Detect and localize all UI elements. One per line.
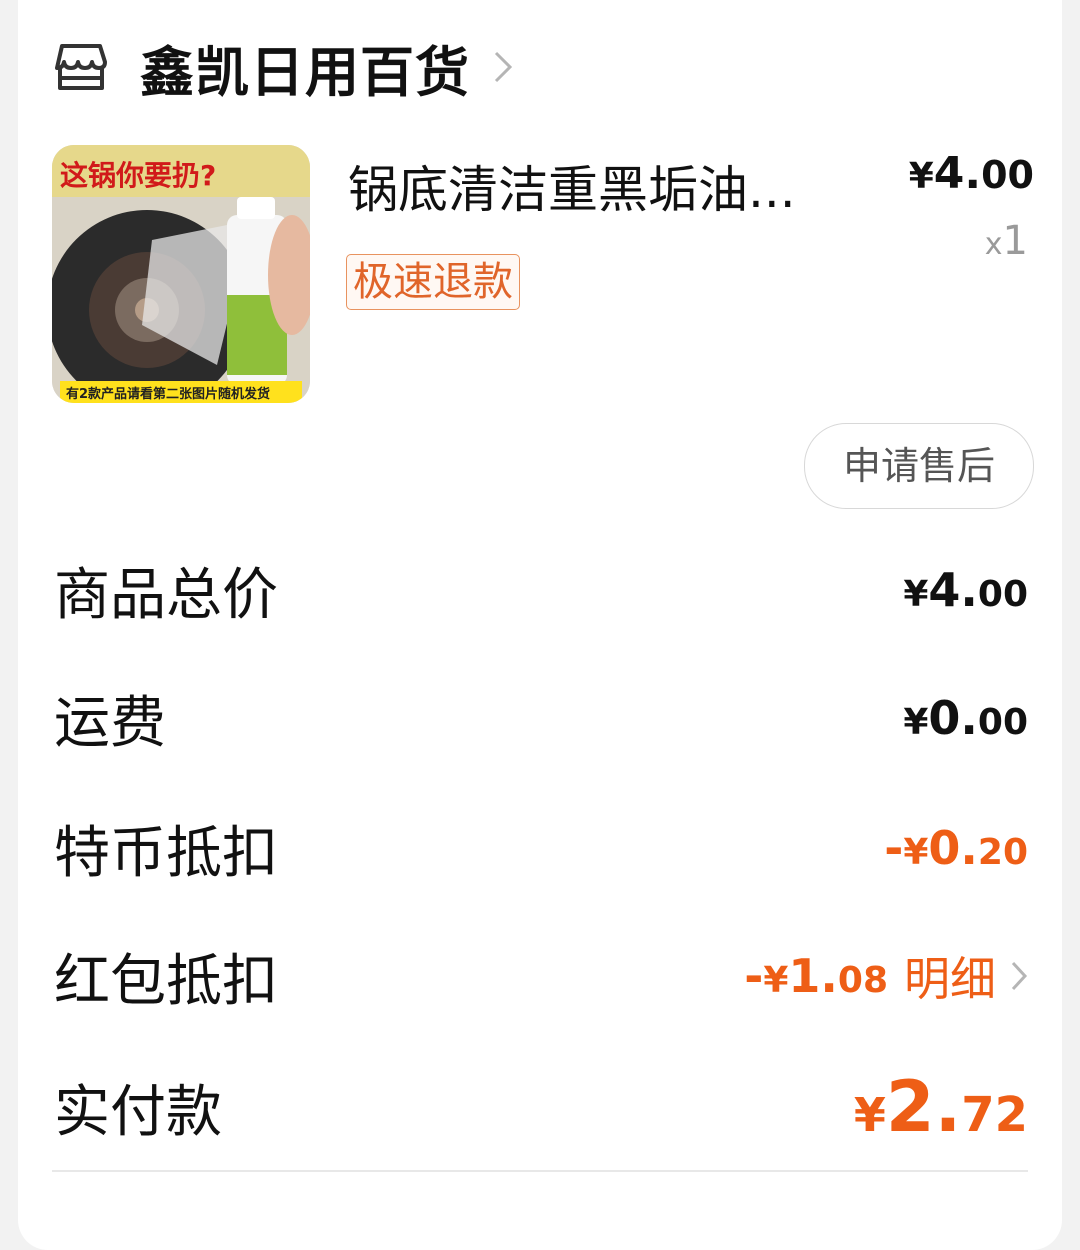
summary-value: ¥2. 72	[854, 1066, 1028, 1148]
summary-label: 红包抵扣	[54, 948, 278, 1014]
currency-symbol: ¥	[903, 702, 929, 743]
summary-row-redpacket-deduction: 红包抵扣 - ¥1. 08 明细	[54, 936, 1028, 1016]
summary-label: 特币抵扣	[54, 820, 278, 886]
value-prefix: -	[744, 949, 764, 1003]
image-caption-bottom: 有2款产品请看第二张图片随机发货	[66, 386, 270, 402]
divider	[52, 1170, 1028, 1172]
summary-value: - ¥0. 20	[884, 821, 1028, 875]
price-decimal: 00	[981, 153, 1034, 197]
apply-after-sale-button[interactable]: 申请售后	[804, 423, 1034, 509]
value-integer: 1.	[788, 949, 838, 1003]
fast-refund-tag: 极速退款	[346, 254, 520, 310]
summary-label: 实付款	[54, 1079, 222, 1145]
value-integer: 0.	[928, 821, 978, 875]
unit-price: ¥4.00	[909, 148, 1034, 199]
currency-symbol: ¥	[763, 960, 789, 1001]
price-integer: 4.	[933, 148, 982, 199]
summary-value: - ¥1. 08	[744, 949, 888, 1003]
quantity-prefix: x	[984, 227, 1003, 262]
detail-link-label[interactable]: 明细	[904, 943, 996, 1009]
product-title[interactable]: 锅底清洁重黑垢油...	[348, 150, 868, 222]
summary-row-goods-total: 商品总价 ¥4. 00	[54, 550, 1028, 630]
quantity-value: 1	[1002, 218, 1028, 264]
summary-label: 运费	[54, 690, 166, 756]
summary-row-amount-paid: 实付款 ¥2. 72	[54, 1062, 1028, 1152]
summary-row-shipping: 运费 ¥0. 00	[54, 678, 1028, 758]
value-decimal: 72	[961, 1087, 1028, 1143]
quantity: x1	[985, 218, 1028, 264]
chevron-right-icon	[494, 51, 513, 83]
currency-symbol: ¥	[903, 832, 929, 873]
currency-symbol: ¥	[853, 1088, 886, 1142]
currency-symbol: ¥	[903, 574, 929, 615]
product-image[interactable]: 这锅你要扔? 有2款产品请看第二张图片随机发货	[52, 145, 310, 403]
redpacket-detail-link[interactable]: 明细	[904, 943, 1028, 1009]
value-decimal: 20	[977, 832, 1028, 873]
shop-header[interactable]: 鑫凯日用百货	[52, 30, 514, 104]
value-decimal: 00	[977, 702, 1028, 743]
value-integer: 2.	[885, 1066, 962, 1148]
shop-name[interactable]: 鑫凯日用百货	[140, 28, 470, 107]
summary-label: 商品总价	[54, 562, 278, 628]
image-caption-top: 这锅你要扔?	[60, 159, 216, 192]
summary-row-coin-deduction: 特币抵扣 - ¥0. 20	[54, 808, 1028, 888]
store-icon	[55, 44, 107, 90]
value-integer: 4.	[928, 563, 978, 617]
chevron-right-icon	[1011, 961, 1028, 991]
summary-value: ¥0. 00	[903, 691, 1028, 745]
value-prefix: -	[884, 821, 904, 875]
value-decimal: 08	[837, 960, 888, 1001]
value-decimal: 00	[977, 574, 1028, 615]
summary-value: ¥4. 00	[903, 563, 1028, 617]
value-integer: 0.	[928, 691, 978, 745]
currency-symbol: ¥	[908, 156, 934, 197]
